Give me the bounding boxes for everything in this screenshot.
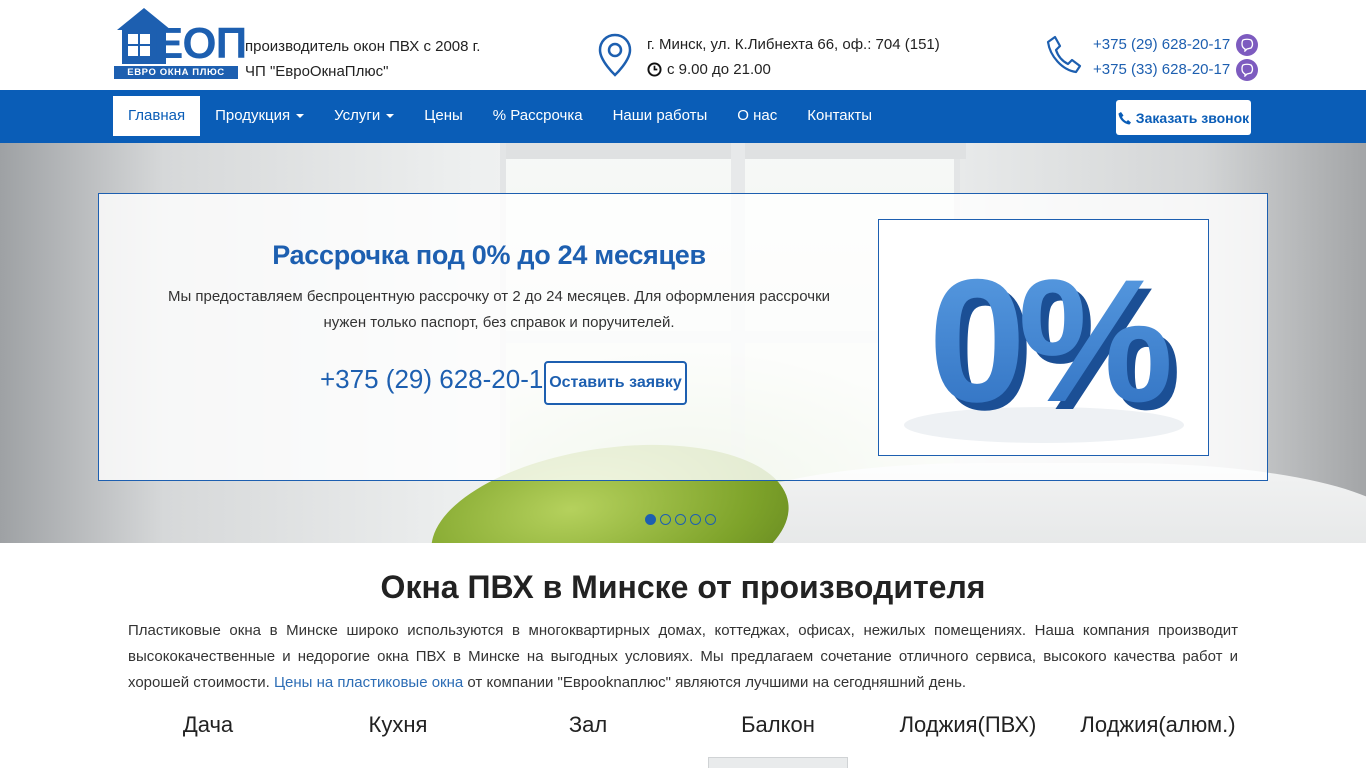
category-loggia-aluminum[interactable]: Лоджия(алюм.) (1063, 712, 1253, 738)
slider-dot[interactable] (660, 514, 671, 525)
promo-phone[interactable]: +375 (29) 628-20-17 (320, 364, 558, 395)
category-balcony[interactable]: Балкон (683, 712, 873, 738)
slider-dot[interactable] (645, 514, 656, 525)
prices-link[interactable]: Цены на пластиковые окна (274, 674, 463, 691)
logo-subtitle: ЕВРО ОКНА ПЛЮС (114, 66, 238, 79)
page-title: Окна ПВХ в Минске от производителя (380, 569, 986, 605)
site-header: ЕОП ЕВРО ОКНА ПЛЮС производитель окон ПВ… (0, 0, 1366, 90)
window-categories: Дача Кухня Зал Балкон Лоджия(ПВХ) Лоджия… (113, 712, 1253, 738)
nav-label: О нас (737, 107, 778, 124)
nav-label: Наши работы (612, 107, 708, 124)
slider-dot[interactable] (690, 514, 701, 525)
category-kitchen[interactable]: Кухня (303, 712, 493, 738)
category-living-room[interactable]: Зал (493, 712, 683, 738)
category-thumbnail[interactable] (708, 757, 848, 768)
nav-item-installments[interactable]: % Рассрочка (478, 96, 598, 136)
company-tagline: производитель окон ПВХ с 2008 г. ЧП "Евр… (245, 34, 480, 84)
phone-icon (1046, 35, 1082, 74)
nav-item-home[interactable]: Главная (113, 96, 201, 136)
nav-label: Контакты (807, 107, 873, 124)
slider-dot[interactable] (705, 514, 716, 525)
promo-title: Рассрочка под 0% до 24 месяцев (272, 240, 706, 270)
map-pin-icon (598, 33, 632, 77)
viber-icon[interactable] (1236, 58, 1259, 81)
tagline-line-1: производитель окон ПВХ с 2008 г. (245, 38, 481, 55)
phone-row: +375 (33) 628-20-17 (1093, 57, 1259, 82)
nav-item-services[interactable]: Услуги (319, 96, 409, 136)
header-phones: +375 (29) 628-20-17 +375 (33) 628-20-17 (1093, 32, 1259, 82)
zero-percent-text: 0% (929, 244, 1169, 439)
phone-number[interactable]: +375 (29) 628-20-17 (1093, 32, 1230, 57)
nav-item-prices[interactable]: Цены (409, 96, 478, 136)
nav-label: Главная (128, 107, 186, 124)
clock-icon (647, 62, 662, 77)
request-call-button[interactable]: Заказать звонок (1116, 100, 1251, 135)
promo-slide: Рассрочка под 0% до 24 месяцев Мы предос… (98, 193, 1268, 481)
working-hours: с 9.00 до 21.00 (647, 57, 940, 82)
nav-label: Услуги (334, 107, 381, 124)
nav-item-products[interactable]: Продукция (200, 96, 319, 136)
phone-row: +375 (29) 628-20-17 (1093, 32, 1259, 57)
slider-dots (645, 514, 716, 525)
nav-label: % Рассрочка (492, 107, 583, 124)
phone-icon (1118, 111, 1131, 124)
chevron-down-icon (386, 114, 395, 118)
chevron-down-icon (296, 114, 305, 118)
phone-number[interactable]: +375 (33) 628-20-17 (1093, 57, 1230, 82)
zero-percent-graphic: 0% 0% (904, 244, 1185, 447)
category-loggia-pvc[interactable]: Лоджия(ПВХ) (873, 712, 1063, 738)
nav-item-our-works[interactable]: Наши работы (598, 96, 723, 136)
company-logo[interactable]: ЕОП ЕВРО ОКНА ПЛЮС (114, 6, 247, 80)
promo-text: Мы предоставляем беспроцентную рассрочку… (167, 288, 831, 331)
logo-letters: ЕОП (154, 19, 247, 68)
nav-item-about[interactable]: О нас (722, 96, 792, 136)
hero-slider: Рассрочка под 0% до 24 месяцев Мы предос… (0, 143, 1366, 543)
request-call-label: Заказать звонок (1135, 109, 1250, 126)
intro-text: от компании "Еврооknaплюс" являются лучш… (463, 674, 967, 691)
intro-paragraph: Пластиковые окна в Минске широко использ… (128, 618, 1238, 696)
nav-menu: Главная Продукция Услуги Цены % Рассрочк… (113, 96, 887, 136)
main-navigation: Главная Продукция Услуги Цены % Рассрочк… (0, 90, 1366, 143)
tagline-line-2: ЧП "ЕвроОкнаПлюс" (245, 63, 389, 80)
viber-icon[interactable] (1236, 33, 1259, 56)
nav-label: Продукция (215, 107, 291, 124)
contact-address: г. Минск, ул. К.Либнехта 66, оф.: 704 (1… (647, 32, 940, 82)
address-text: г. Минск, ул. К.Либнехта 66, оф.: 704 (1… (647, 36, 940, 53)
category-dacha[interactable]: Дача (113, 712, 303, 738)
zero-percent-image: 0% 0% (878, 219, 1209, 456)
hours-text: с 9.00 до 21.00 (667, 61, 771, 78)
nav-label: Цены (424, 107, 463, 124)
nav-item-contacts[interactable]: Контакты (792, 96, 887, 136)
slider-dot[interactable] (675, 514, 686, 525)
leave-request-button[interactable]: Оставить заявку (544, 361, 687, 405)
